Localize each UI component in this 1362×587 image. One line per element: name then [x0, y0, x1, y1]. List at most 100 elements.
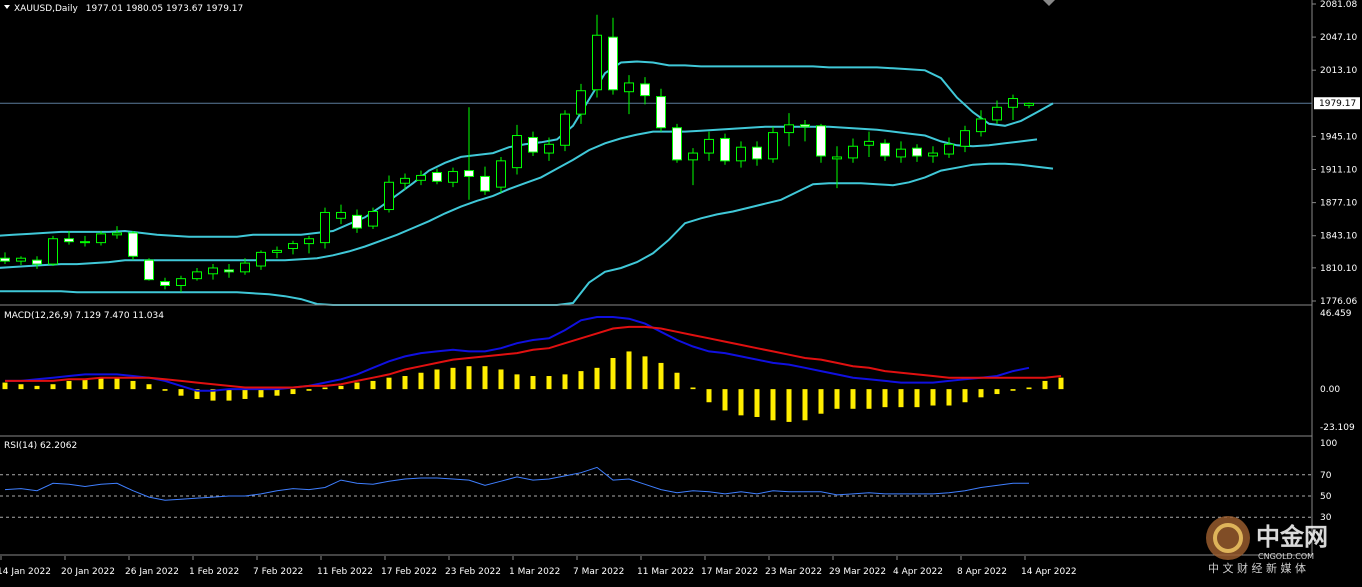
candle-body-bear	[528, 136, 538, 153]
time-tick-label: 23 Feb 2022	[445, 567, 501, 577]
macd-histogram-bar	[98, 377, 104, 390]
candle-body-bear	[480, 175, 490, 192]
macd-histogram-bar	[610, 357, 616, 390]
candle-body-bull	[512, 135, 522, 169]
price-tick-label: 1945.10	[1320, 132, 1357, 142]
macd-histogram-bar	[866, 389, 872, 409]
macd-histogram-bar	[722, 389, 728, 411]
macd-histogram-bar	[1010, 389, 1016, 391]
candle-body-bull	[16, 257, 26, 262]
price-tick-label: 2047.10	[1320, 33, 1357, 43]
candle-body-bull	[544, 143, 554, 154]
time-tick-label: 29 Mar 2022	[829, 567, 886, 577]
candle-body-bear	[80, 241, 90, 244]
macd-histogram-bar	[354, 382, 360, 390]
candle	[144, 258, 154, 281]
candle-body-bear	[64, 238, 74, 243]
macd-histogram-bar	[130, 380, 136, 390]
candle-body-bull	[944, 143, 954, 155]
candle	[48, 235, 58, 267]
rsi-tick-label: 70	[1320, 471, 1332, 481]
candle-body-bull	[448, 171, 458, 183]
time-tick-label: 1 Feb 2022	[189, 567, 239, 577]
macd-histogram-bar	[690, 387, 696, 390]
macd-histogram-bar	[514, 374, 520, 390]
macd-histogram-bar	[50, 384, 56, 390]
macd-histogram-bar	[466, 366, 472, 390]
macd-histogram-bar	[562, 374, 568, 390]
time-tick-label: 11 Mar 2022	[637, 567, 694, 577]
candle-body-bear	[816, 125, 826, 157]
time-tick-label: 14 Apr 2022	[1021, 567, 1077, 577]
candle-body-bull	[832, 156, 842, 160]
candle	[672, 123, 682, 163]
candle-body-bull	[960, 130, 970, 147]
price-tick-label: 1843.10	[1320, 232, 1357, 242]
macd-histogram-bar	[546, 376, 552, 390]
rsi-tick-label: 50	[1320, 492, 1332, 502]
chart-background	[0, 0, 1362, 587]
candle-body-bull	[848, 145, 858, 159]
price-tick-label: 1810.10	[1320, 264, 1357, 274]
macd-histogram-bar	[834, 389, 840, 409]
candle-body-bear	[128, 232, 138, 257]
macd-histogram-bar	[82, 379, 88, 390]
macd-histogram-bar	[642, 356, 648, 390]
candle-body-bull	[928, 152, 938, 157]
macd-histogram-bar	[770, 389, 776, 421]
candle-body-bear	[160, 281, 170, 286]
time-tick-label: 8 Apr 2022	[957, 567, 1007, 577]
macd-tick-label: 46.459	[1320, 309, 1352, 319]
price-tick-label: 1776.06	[1320, 297, 1357, 307]
macd-histogram-bar	[1042, 380, 1048, 390]
time-tick-label: 17 Mar 2022	[701, 567, 758, 577]
macd-histogram-bar	[386, 377, 392, 390]
candle-body-bull	[96, 233, 106, 244]
time-tick-label: 23 Mar 2022	[765, 567, 822, 577]
macd-histogram-bar	[946, 389, 952, 406]
candle-body-bear	[464, 170, 474, 177]
candle-body-bear	[880, 142, 890, 157]
macd-histogram-bar	[498, 369, 504, 390]
candle-body-bull	[624, 82, 634, 93]
time-tick-label: 11 Feb 2022	[317, 567, 373, 577]
macd-histogram-bar	[114, 377, 120, 390]
candle	[768, 126, 778, 163]
rsi-tick-label: 100	[1320, 439, 1337, 449]
macd-histogram-bar	[1026, 387, 1032, 390]
candle-body-bull	[768, 132, 778, 160]
brand-tagline: 中 文 财 经 新 媒 体	[1208, 561, 1306, 575]
candle-body-bear	[32, 259, 42, 265]
candle-body-bear	[752, 146, 762, 160]
macd-histogram-bar	[914, 389, 920, 408]
macd-histogram-bar	[658, 362, 664, 390]
brand-site: CNGOLD.COM	[1258, 552, 1314, 561]
time-tick-label: 7 Mar 2022	[573, 567, 624, 577]
candle-body-bull	[336, 211, 346, 219]
macd-histogram-bar	[578, 371, 584, 390]
candle-body-bull	[496, 160, 506, 188]
macd-histogram-bar	[898, 389, 904, 408]
macd-histogram-bar	[818, 389, 824, 414]
candle-body-bear	[432, 172, 442, 182]
candle	[320, 207, 330, 249]
candle-body-bull	[736, 146, 746, 162]
candle-body-bull	[272, 249, 282, 253]
brand-name: 中金网	[1256, 523, 1328, 551]
candle-body-bear	[0, 257, 10, 262]
candle-body-bull	[400, 177, 410, 184]
macd-histogram-bar	[274, 389, 280, 396]
macd-tick-label: -23.109	[1320, 423, 1355, 433]
candle-body-bull	[1024, 102, 1034, 106]
macd-histogram-bar	[450, 367, 456, 390]
candle-body-bull	[704, 138, 714, 154]
macd-histogram-bar	[242, 389, 248, 399]
macd-histogram-bar	[786, 389, 792, 422]
macd-histogram-bar	[674, 372, 680, 390]
price-tick-label: 2013.10	[1320, 66, 1357, 76]
macd-histogram-bar	[1058, 377, 1064, 390]
macd-histogram-bar	[434, 369, 440, 390]
candle-body-bull	[976, 118, 986, 133]
macd-histogram-bar	[66, 380, 72, 390]
macd-histogram-bar	[2, 382, 8, 390]
